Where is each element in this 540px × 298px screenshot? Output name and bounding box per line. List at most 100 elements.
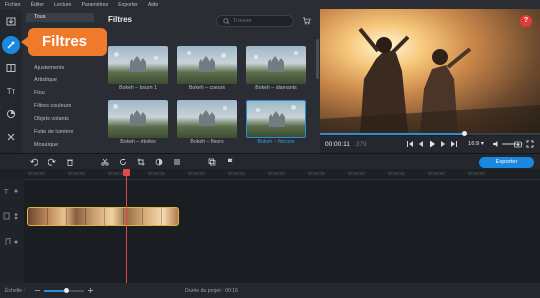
bokeh-dot — [114, 52, 119, 57]
stickers-button[interactable] — [3, 106, 19, 122]
titles-button[interactable]: Tт — [3, 83, 19, 99]
filters-tool-icon — [7, 41, 15, 49]
clip-frame-divider — [66, 208, 67, 225]
help-button[interactable]: ? — [520, 15, 532, 27]
crop-icon[interactable] — [137, 158, 145, 166]
export-button[interactable]: Exporter — [479, 157, 534, 168]
ruler-tick-label: 00:00:15 — [148, 171, 165, 176]
menu-settings[interactable]: Paramètres — [81, 2, 108, 8]
castle-image — [130, 56, 146, 72]
import-icon — [6, 17, 16, 26]
ruler-tick-label: 00:00:50 — [428, 171, 445, 176]
project-duration: Durée du projet : 00:16 — [185, 288, 239, 294]
filter-label: Bokeh – fleurs — [190, 139, 224, 145]
redo-icon[interactable] — [48, 158, 56, 166]
filter-thumbnail[interactable] — [108, 46, 168, 84]
ruler-tick-label: 00:00:45 — [388, 171, 405, 176]
titles-icon: Tт — [6, 86, 16, 96]
category-item-flying-objects[interactable]: Objets volants — [26, 115, 94, 124]
bokeh-dot — [221, 53, 226, 58]
filter-thumbnail[interactable] — [177, 46, 237, 84]
zoom-in-icon[interactable] — [87, 287, 94, 294]
menu-playback[interactable]: Lecture — [54, 2, 71, 8]
clip-frame-divider — [142, 208, 143, 225]
skip-forward-icon[interactable] — [450, 140, 458, 148]
filter-label-selected: Bokeh – flocons — [257, 139, 295, 145]
filter-thumbnail-selected[interactable] — [246, 100, 306, 138]
timeline-ruler[interactable]: 00:00:00 00:00:05 00:00:10 00:00:15 00:0… — [24, 169, 540, 180]
search-icon — [223, 18, 230, 25]
aspect-ratio-select[interactable]: 16:9 ▾ — [468, 141, 484, 147]
menu-edit[interactable]: Éditer — [31, 2, 45, 8]
callout-label: Filtres — [28, 28, 107, 56]
zoom-out-icon[interactable] — [34, 287, 41, 294]
playhead-line[interactable] — [126, 169, 127, 283]
filter-thumbnail[interactable] — [246, 46, 306, 84]
filter-thumbnail[interactable] — [177, 100, 237, 138]
playhead-handle[interactable] — [123, 169, 130, 176]
castle-image — [268, 56, 284, 72]
snapshot-icon[interactable] — [514, 140, 522, 148]
search-input[interactable]: Trouver — [216, 15, 294, 27]
playback-progress-bar[interactable] — [320, 131, 540, 136]
rotate-icon[interactable] — [119, 158, 127, 166]
status-bar: Échelle : Durée du projet : 00:16 — [0, 283, 540, 298]
volume-icon[interactable] — [492, 140, 500, 148]
bokeh-dot — [294, 51, 298, 55]
tool-strip: Tт — [0, 9, 22, 153]
transitions-icon — [6, 64, 16, 72]
color-adjust-icon[interactable] — [155, 158, 163, 166]
bokeh-dot — [113, 104, 118, 109]
menu-file[interactable]: Fichier — [5, 2, 21, 8]
more-tools-button[interactable] — [3, 129, 19, 145]
category-item-mosaic[interactable]: Mosaïque — [26, 141, 94, 150]
panel-scrollbar[interactable] — [316, 39, 319, 79]
step-back-icon[interactable] — [417, 140, 425, 148]
preview-image — [320, 27, 540, 133]
filter-thumbnail[interactable] — [108, 100, 168, 138]
clip-properties-icon[interactable] — [173, 158, 181, 166]
current-timecode: 00:00:11 — [325, 141, 350, 148]
undo-icon[interactable] — [30, 158, 38, 166]
category-item-light-leak[interactable]: Fuite de lumière — [26, 128, 94, 137]
video-preview[interactable]: ? — [320, 9, 540, 133]
step-forward-icon[interactable] — [439, 140, 447, 148]
menu-bar: Fichier Éditer Lecture Paramètres Export… — [0, 0, 540, 9]
audio-track-icon — [5, 238, 18, 245]
bokeh-dot — [291, 105, 296, 110]
video-clip[interactable] — [27, 207, 179, 226]
category-item-all[interactable]: Tous — [26, 13, 94, 22]
timeline-tracks[interactable] — [0, 180, 540, 283]
castle-image — [130, 110, 146, 126]
marker-flag-icon[interactable] — [226, 158, 234, 166]
filters-tool-button[interactable] — [2, 36, 20, 54]
insert-icon[interactable] — [208, 158, 216, 166]
castle-image — [199, 56, 215, 72]
category-item-artistic[interactable]: Artistique — [26, 76, 94, 85]
ruler-tick-label: 00:00:05 — [68, 171, 85, 176]
filter-label: Bokeh – diamants — [255, 85, 297, 91]
ruler-tick-label: 00:00:00 — [28, 171, 45, 176]
castle-image — [199, 110, 215, 126]
clip-frame-divider — [47, 208, 48, 225]
store-cart-icon[interactable] — [302, 16, 311, 25]
import-button[interactable] — [3, 13, 19, 29]
zoom-slider-handle[interactable] — [63, 288, 69, 293]
filter-label: Bokeh – étoiles — [120, 139, 156, 145]
menu-help[interactable]: Aide — [148, 2, 158, 8]
bokeh-dot — [154, 56, 158, 60]
fullscreen-icon[interactable] — [526, 140, 534, 148]
ruler-tick-label: 00:00:35 — [308, 171, 325, 176]
delete-icon[interactable] — [66, 158, 74, 166]
menu-export[interactable]: Exporter — [118, 2, 138, 8]
progress-fill — [320, 133, 465, 135]
category-item-adjustments[interactable]: Ajustements — [26, 64, 94, 73]
clip-frame-divider — [85, 208, 86, 225]
transitions-button[interactable] — [3, 60, 19, 76]
category-item-color-filters[interactable]: Filtres couleurs — [26, 102, 94, 111]
skip-back-icon[interactable] — [406, 140, 414, 148]
ruler-tick-label: 00:00:20 — [188, 171, 205, 176]
split-icon[interactable] — [101, 158, 109, 166]
play-icon[interactable] — [428, 140, 436, 148]
category-item-blur[interactable]: Flou — [26, 89, 94, 98]
